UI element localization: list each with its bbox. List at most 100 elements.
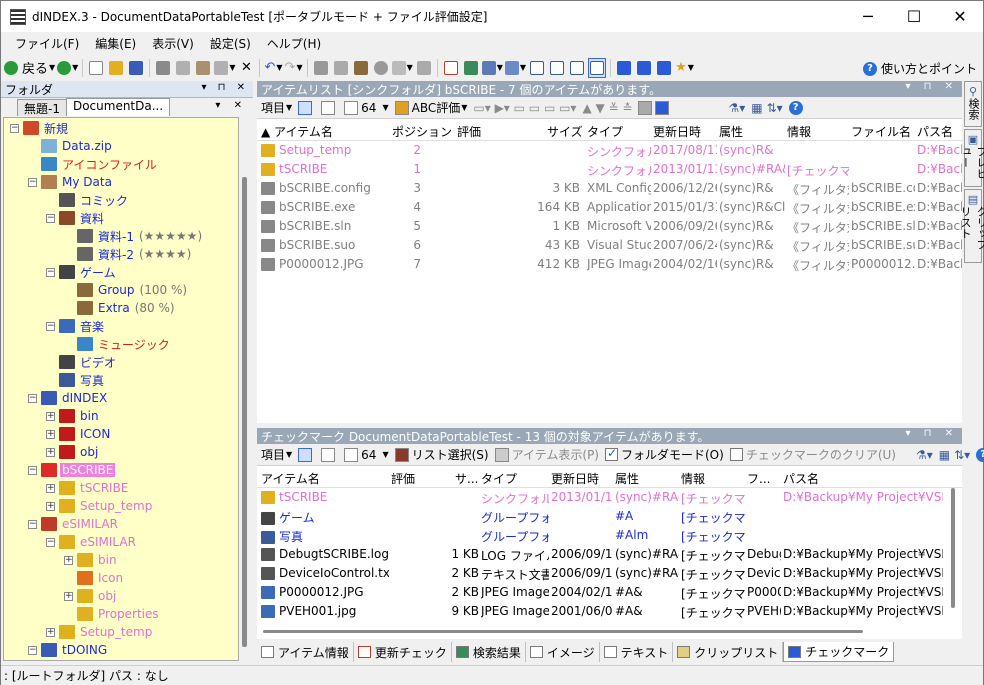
checkmark-list-body[interactable]: tSCRIBEシンクフォルダ2013/01/13 ((sync)#RA&[チェッ… (257, 488, 962, 624)
tree-expander[interactable]: − (28, 465, 37, 475)
sort-button[interactable]: ABC評価 ▼ (394, 99, 467, 116)
item-view-button[interactable]: アイテム表示(P) (494, 446, 599, 463)
tab-item-info[interactable]: アイテム情報 (257, 642, 354, 662)
table-row[interactable]: DeviceIoControl.txt 2 KBテキスト文書2006/09/16 … (257, 564, 962, 583)
back-button[interactable]: 戻る ▼ (4, 58, 55, 78)
tree-expander[interactable]: + (46, 627, 55, 637)
checkmark-column-header[interactable]: アイテム名 評価 サ... タイプ 更新日時 属性 情報 フ... パス名 (257, 466, 962, 488)
column-header[interactable]: サイズ (547, 123, 583, 140)
tab-cliplist[interactable]: クリップリスト (673, 642, 784, 662)
table-row[interactable]: bSCRIBE.suo 6 43 KB Visual Studio2007/06/24… (257, 236, 962, 255)
tree-node[interactable]: − 音楽 (46, 317, 106, 335)
tool-button-2[interactable] (332, 58, 350, 78)
size-button[interactable]: 64 ▼ (344, 447, 389, 462)
tree-expander[interactable]: − (10, 123, 19, 133)
tree-expander[interactable]: − (28, 519, 37, 529)
tree-expander[interactable]: − (28, 177, 37, 187)
paste-button[interactable] (194, 58, 212, 78)
tree-node[interactable]: 資料-1 (★★★★★) (64, 227, 202, 245)
menu-file[interactable]: ファイル(F) (7, 35, 87, 52)
pane-controls[interactable]: ▾ ⊓ ✕ (201, 82, 249, 93)
side-tab-preview[interactable]: ▣ プレビュー (959, 129, 984, 187)
prev-button[interactable] (635, 58, 653, 78)
view-button-4[interactable] (588, 57, 607, 78)
tab-checkmark[interactable]: チェックマーク (783, 642, 895, 662)
tree-expander[interactable]: + (46, 429, 55, 439)
menu-edit[interactable]: 編集(E) (87, 35, 144, 52)
tree-node[interactable]: + tSCRIBE (46, 479, 130, 497)
table-row[interactable]: bSCRIBE.exe 4 164 KB Application 2015/01/31 … (257, 198, 962, 217)
tree-node[interactable]: − dINDEX (28, 389, 109, 407)
size-button[interactable]: 64 ▼ (344, 100, 389, 115)
table-row[interactable]: P0000012.JPG 7 412 KB JPEG Image 2004/02/16 … (257, 255, 962, 274)
clear-checkmark-checkbox[interactable]: チェックマークのクリア(U) (729, 446, 896, 463)
save-button[interactable] (127, 58, 145, 78)
menu-settings[interactable]: 設定(S) (202, 35, 259, 52)
tree-node[interactable]: Icon (64, 569, 125, 587)
tree-node[interactable]: Group (100 %) (64, 281, 187, 299)
tree-expander[interactable]: + (46, 483, 55, 493)
view-button-2[interactable] (548, 58, 566, 78)
tree-node[interactable]: + bin (64, 551, 119, 569)
tree-expander[interactable]: + (64, 591, 73, 601)
open-button[interactable] (107, 58, 125, 78)
table-row[interactable]: DebugtSCRIBE.log 1 KBLOG ファイル2006/09/13 (… (257, 545, 962, 564)
pane-controls[interactable]: ▾ ⊓ ✕ (905, 81, 958, 92)
table-row[interactable]: PVEH001.jpg 9 KBJPEG Image2001/06/02 (#A&… (257, 602, 962, 621)
tree-node[interactable]: Extra (80 %) (64, 299, 175, 317)
pane-controls[interactable]: ▾ ⊓ ✕ (905, 428, 958, 439)
column-header[interactable]: 更新日時 (653, 123, 701, 140)
close-button[interactable]: ✕ (937, 1, 983, 32)
forward-button[interactable]: ▼ (57, 58, 78, 78)
column-header[interactable]: ファイル名 (851, 123, 911, 140)
column-header[interactable]: 評価 (391, 470, 415, 487)
table-row[interactable]: Setup_temp 2 シンクフォルダ2017/08/11 ((sync)R&D:… (257, 141, 962, 160)
tree-node[interactable]: Data.zip (28, 137, 114, 155)
column-header[interactable]: 情報 (787, 123, 811, 140)
copy-button[interactable] (174, 58, 192, 78)
folder-scroll-thumb[interactable] (242, 177, 247, 647)
tab-text[interactable]: テキスト (600, 642, 674, 662)
side-tab-search[interactable]: ⚲ 検索 (964, 81, 982, 127)
new-button[interactable] (87, 58, 105, 78)
column-header[interactable]: パス名 (917, 123, 953, 140)
checkmark-vscroll-thumb[interactable] (951, 488, 955, 608)
tree-expander[interactable]: + (46, 411, 55, 421)
tree-expander[interactable]: − (46, 537, 55, 547)
redo-button[interactable]: ↷ ▼ (285, 58, 303, 78)
tab-image[interactable]: イメージ (526, 642, 600, 662)
tree-node[interactable]: Properties (64, 605, 161, 623)
list-mode-button[interactable] (298, 447, 315, 462)
tree-node[interactable]: − My Data (28, 173, 114, 191)
item-list-column-header[interactable]: ▲ アイテム名 ポジション 評価 サイズ タイプ 更新日時 属性 情報 ファイル名 パス名 (257, 119, 962, 141)
tree-node[interactable]: 写真 (46, 371, 106, 389)
move-tools[interactable]: ▲ ▼ ≚ ≛ (582, 101, 632, 115)
checkmark-hscroll-thumb[interactable] (263, 630, 863, 633)
minimize-button[interactable]: ─ (845, 1, 891, 32)
column-header[interactable]: ポジション (392, 123, 452, 140)
menu-help[interactable]: ヘルプ(H) (259, 35, 329, 52)
tree-expander[interactable]: − (46, 321, 55, 331)
delete-button[interactable]: ✕ (237, 58, 255, 78)
layout-tool-button[interactable]: ▼ (481, 58, 503, 78)
list-select-button[interactable]: リスト選択(S) (394, 446, 489, 463)
tab-update-check[interactable]: 更新チェック (354, 642, 452, 662)
tree-node[interactable]: + obj (46, 443, 100, 461)
tree-node[interactable]: アイコンファイル (28, 155, 159, 173)
tab-untitled-1[interactable]: 無題-1 (17, 99, 67, 116)
column-header[interactable]: サ... (455, 470, 478, 487)
column-header[interactable]: 情報 (681, 470, 705, 487)
tree-node[interactable]: + ICON (46, 425, 112, 443)
pane-filter-tools[interactable]: ⚗▾ ▦⇅▾? (916, 447, 984, 462)
tree-expander[interactable]: + (46, 501, 55, 511)
column-header[interactable]: 更新日時 (551, 470, 599, 487)
view-button-1[interactable] (528, 58, 546, 78)
column-header[interactable]: 属性 (719, 123, 743, 140)
pane-tool-button[interactable]: ▼ (504, 58, 526, 78)
column-header[interactable]: パス名 (783, 470, 819, 487)
item-tool-1[interactable]: ▭▾ ▶▾ ▭ ▭ ▭ ▭▾ (473, 101, 576, 115)
next-button[interactable] (655, 58, 673, 78)
column-header[interactable]: 評価 (457, 123, 481, 140)
thumbnail-mode-button[interactable] (321, 100, 338, 115)
view-button-3[interactable] (568, 58, 586, 78)
